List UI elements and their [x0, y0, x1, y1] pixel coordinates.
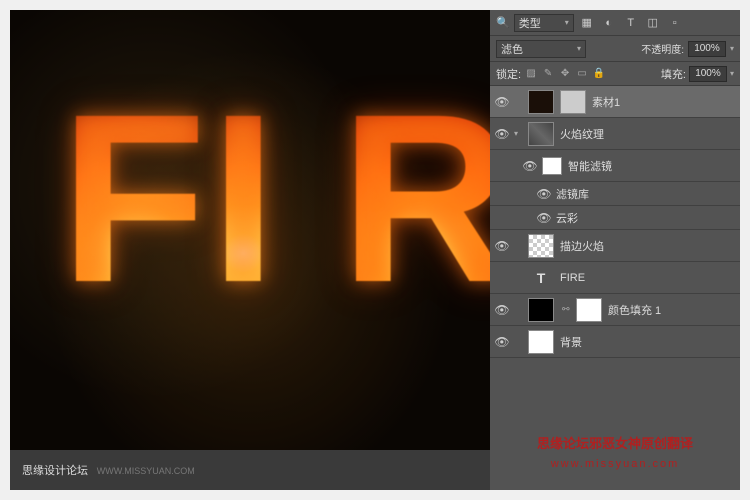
layer-mask-thumbnail[interactable] — [560, 90, 586, 114]
filter-image-icon[interactable]: ▦ — [578, 14, 596, 32]
layer-label: 描边火焰 — [560, 238, 734, 254]
layer-thumbnail[interactable] — [528, 330, 554, 354]
layer-label: 滤镜库 — [556, 186, 734, 202]
layer-color-fill[interactable]: 👁 ⚯ 颜色填充 1 — [490, 294, 740, 326]
lock-label: 锁定: — [496, 66, 521, 82]
layer-filter-row: 🔍 类型 ▾ ▦ ◐ T ◫ ▫ — [490, 10, 740, 36]
visibility-toggle[interactable]: 👁 — [490, 239, 514, 253]
text-layer-icon: T — [528, 267, 554, 289]
document-canvas[interactable]: F I R — [10, 10, 490, 450]
filter-kind-dropdown[interactable]: 类型 ▾ — [514, 14, 574, 32]
chevron-down-icon: ▾ — [577, 44, 581, 53]
layer-clouds[interactable]: 👁 云彩 — [490, 206, 740, 230]
collapse-icon[interactable]: ▾ — [514, 129, 528, 138]
link-icon[interactable]: ⚯ — [562, 304, 574, 315]
layer-label: FIRE — [560, 272, 734, 284]
layer-thumbnail[interactable] — [528, 234, 554, 258]
filter-adjust-icon[interactable]: ◐ — [600, 14, 618, 32]
filter-text-icon[interactable]: T — [622, 14, 640, 32]
layer-label: 火焰纹理 — [560, 126, 734, 142]
search-icon[interactable]: 🔍 — [496, 16, 510, 29]
footer-site: 思缘设计论坛 — [22, 465, 88, 477]
lock-position-icon[interactable]: ✥ — [558, 67, 572, 81]
blend-mode-row: 滤色 ▾ 不透明度: ▾ — [490, 36, 740, 62]
visibility-toggle[interactable]: 👁 — [532, 211, 556, 225]
lock-row: 锁定: ▨ ✎ ✥ ▭ 🔒 填充: ▾ — [490, 62, 740, 86]
canvas-footer: 思缘设计论坛 WWW.MISSYUAN.COM — [10, 450, 490, 490]
footer-url: WWW.MISSYUAN.COM — [97, 466, 195, 476]
visibility-toggle[interactable]: 👁 — [518, 159, 542, 173]
visibility-toggle[interactable]: 👁 — [490, 127, 514, 141]
flame-overlay — [10, 10, 490, 450]
fill-label: 填充: — [661, 66, 686, 82]
visibility-toggle[interactable]: 👁 — [490, 95, 514, 109]
filter-shape-icon[interactable]: ◫ — [644, 14, 662, 32]
layer-material1[interactable]: 👁 素材1 — [490, 86, 740, 118]
chevron-down-icon: ▾ — [565, 18, 569, 27]
layer-label: 智能滤镜 — [568, 158, 734, 174]
layer-label: 颜色填充 1 — [608, 302, 734, 318]
layer-label: 背景 — [560, 334, 734, 350]
opacity-label: 不透明度: — [641, 41, 684, 56]
visibility-toggle[interactable]: 👁 — [490, 303, 514, 317]
opacity-input[interactable] — [688, 41, 726, 57]
lock-transparent-icon[interactable]: ▨ — [524, 67, 538, 81]
layer-mask-thumbnail[interactable] — [576, 298, 602, 322]
smart-filter-mask[interactable] — [542, 157, 562, 175]
layers-list: 👁 素材1 👁 ▾ 火焰纹理 👁 智能滤镜 👁 滤镜库 — [490, 86, 740, 358]
lock-artboard-icon[interactable]: ▭ — [575, 67, 589, 81]
layer-thumbnail[interactable] — [528, 122, 554, 146]
layers-panel: 🔍 类型 ▾ ▦ ◐ T ◫ ▫ 滤色 ▾ 不透明度: ▾ 锁定: ▨ ✎ ✥ — [490, 10, 740, 490]
lock-all-icon[interactable]: 🔒 — [592, 67, 606, 81]
filter-kind-label: 类型 — [519, 15, 541, 31]
layer-stroke-flame[interactable]: 👁 描边火焰 — [490, 230, 740, 262]
layer-label: 素材1 — [592, 94, 734, 110]
layer-background[interactable]: 👁 背景 — [490, 326, 740, 358]
watermark-text: 思缘论坛邪恶女神原创翻译 — [498, 433, 732, 452]
chevron-down-icon[interactable]: ▾ — [730, 69, 734, 78]
layer-label: 云彩 — [556, 210, 734, 226]
fill-thumbnail[interactable] — [528, 298, 554, 322]
blend-mode-dropdown[interactable]: 滤色 ▾ — [496, 40, 586, 58]
fill-input[interactable] — [689, 66, 727, 82]
blend-mode-value: 滤色 — [501, 41, 523, 57]
visibility-toggle[interactable]: 👁 — [532, 187, 556, 201]
lock-brush-icon[interactable]: ✎ — [541, 67, 555, 81]
layer-flame-texture[interactable]: 👁 ▾ 火焰纹理 — [490, 118, 740, 150]
visibility-toggle[interactable]: 👁 — [490, 335, 514, 349]
chevron-down-icon[interactable]: ▾ — [730, 44, 734, 53]
filter-smart-icon[interactable]: ▫ — [666, 14, 684, 32]
layer-thumbnail[interactable] — [528, 90, 554, 114]
layer-filter-gallery[interactable]: 👁 滤镜库 — [490, 182, 740, 206]
layer-fire-text[interactable]: 👁 T FIRE — [490, 262, 740, 294]
layer-smart-filters[interactable]: 👁 智能滤镜 — [490, 150, 740, 182]
watermark-url: www.missyuan.com — [490, 458, 740, 470]
